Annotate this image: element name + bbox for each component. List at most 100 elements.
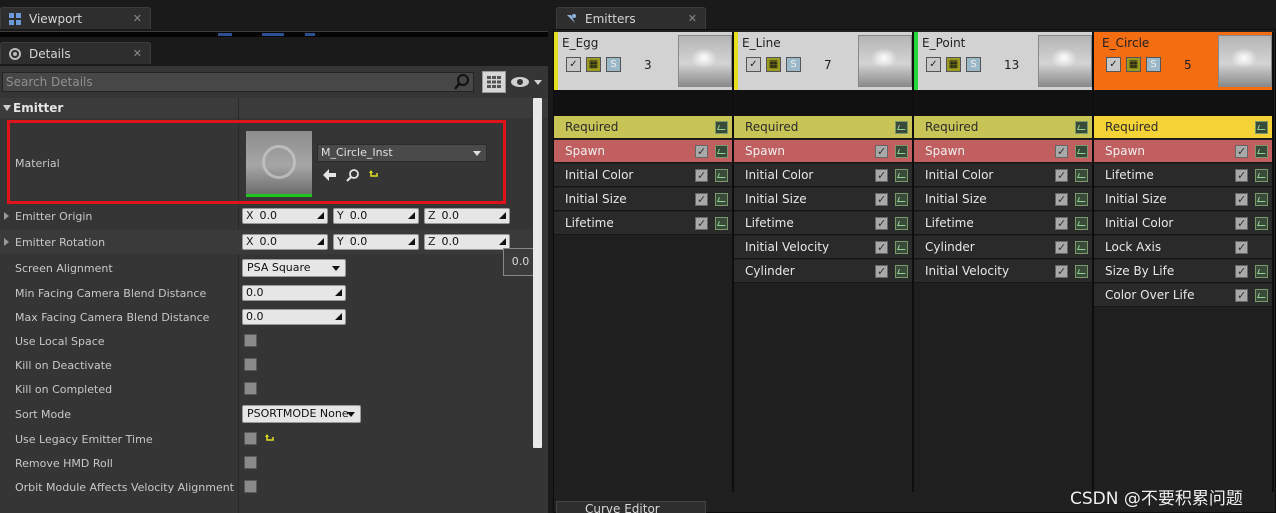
curve-graph-icon[interactable] bbox=[1075, 193, 1088, 206]
curve-graph-icon[interactable] bbox=[715, 193, 728, 206]
curve-graph-icon[interactable] bbox=[715, 169, 728, 182]
render-mode-icon[interactable]: ▦ bbox=[766, 57, 781, 72]
module-enable-checkbox[interactable] bbox=[1235, 189, 1248, 211]
typedata-slot[interactable] bbox=[734, 90, 912, 116]
expand-icon[interactable] bbox=[4, 238, 9, 246]
curve-graph-icon[interactable] bbox=[1255, 265, 1268, 278]
origin-y-field[interactable]: Y 0.0 bbox=[333, 208, 419, 224]
module-enable-checkbox[interactable] bbox=[1235, 141, 1248, 163]
remove-hmd-roll-checkbox[interactable] bbox=[244, 456, 257, 469]
module-enable-checkbox[interactable] bbox=[875, 213, 888, 235]
emitter-column[interactable]: E_Line ✓ ▦ S 7 Required Spawn Initial Color Init… bbox=[734, 32, 914, 492]
module-enable-checkbox[interactable] bbox=[1055, 213, 1068, 235]
emitter-module[interactable]: Lock Axis bbox=[1094, 236, 1272, 259]
module-enable-checkbox[interactable] bbox=[1235, 285, 1248, 307]
emitter-module[interactable]: Initial Size bbox=[734, 188, 912, 211]
curve-graph-icon[interactable] bbox=[1255, 217, 1268, 230]
orbit-module-checkbox[interactable] bbox=[244, 480, 257, 493]
emitter-module[interactable]: Spawn bbox=[914, 140, 1092, 163]
curve-graph-icon[interactable] bbox=[895, 265, 908, 278]
module-enable-checkbox[interactable] bbox=[1055, 237, 1068, 259]
module-enable-checkbox[interactable] bbox=[695, 213, 708, 235]
curve-graph-icon[interactable] bbox=[895, 217, 908, 230]
curve-graph-icon[interactable] bbox=[895, 145, 908, 158]
solo-icon[interactable]: S bbox=[606, 57, 621, 72]
curve-graph-icon[interactable] bbox=[1255, 169, 1268, 182]
solo-icon[interactable]: S bbox=[786, 57, 801, 72]
module-enable-checkbox[interactable] bbox=[1235, 165, 1248, 187]
use-legacy-time-checkbox[interactable] bbox=[244, 432, 257, 445]
emitter-module[interactable]: Required bbox=[914, 116, 1092, 139]
curve-graph-icon[interactable] bbox=[895, 121, 908, 134]
module-enable-checkbox[interactable] bbox=[875, 189, 888, 211]
emitter-module[interactable]: Initial Size bbox=[554, 188, 732, 211]
curve-graph-icon[interactable] bbox=[1075, 241, 1088, 254]
module-enable-checkbox[interactable] bbox=[875, 141, 888, 163]
curve-graph-icon[interactable] bbox=[1075, 217, 1088, 230]
solo-icon[interactable]: S bbox=[1146, 57, 1161, 72]
kill-on-completed-checkbox[interactable] bbox=[244, 382, 257, 395]
render-mode-icon[interactable]: ▦ bbox=[946, 57, 961, 72]
search-input[interactable]: Search Details bbox=[2, 72, 474, 92]
enable-checkbox-icon[interactable]: ✓ bbox=[926, 57, 941, 72]
module-enable-checkbox[interactable] bbox=[695, 189, 708, 211]
module-enable-checkbox[interactable] bbox=[1055, 261, 1068, 283]
tab-emitters[interactable]: Emitters ✕ bbox=[556, 7, 706, 29]
search-icon[interactable] bbox=[454, 74, 470, 90]
rotation-x-field[interactable]: X 0.0 bbox=[242, 234, 328, 250]
sort-mode-dropdown[interactable]: PSORTMODE None bbox=[242, 405, 361, 423]
emitter-module[interactable]: Lifetime bbox=[734, 212, 912, 235]
reset-to-default-icon[interactable] bbox=[265, 434, 275, 444]
screen-alignment-dropdown[interactable]: PSA Square bbox=[242, 259, 346, 277]
module-enable-checkbox[interactable] bbox=[1055, 189, 1068, 211]
emitter-module[interactable]: Lifetime bbox=[554, 212, 732, 235]
emitter-column[interactable]: E_Point ✓ ▦ S 13 Required Spawn Initial Color In… bbox=[914, 32, 1094, 492]
module-enable-checkbox[interactable] bbox=[1055, 165, 1068, 187]
property-matrix-button[interactable] bbox=[482, 71, 506, 93]
emitter-module[interactable]: Size By Life bbox=[1094, 260, 1272, 283]
curve-graph-icon[interactable] bbox=[1075, 145, 1088, 158]
emitter-module[interactable]: Initial Size bbox=[1094, 188, 1272, 211]
category-emitter[interactable]: Emitter bbox=[0, 98, 548, 118]
emitter-module[interactable]: Spawn bbox=[734, 140, 912, 163]
module-enable-checkbox[interactable] bbox=[695, 141, 708, 163]
emitter-module[interactable]: Lifetime bbox=[1094, 164, 1272, 187]
emitter-module[interactable]: Required bbox=[734, 116, 912, 139]
expand-icon[interactable] bbox=[4, 212, 9, 220]
emitter-module[interactable]: Spawn bbox=[1094, 140, 1272, 163]
render-mode-icon[interactable]: ▦ bbox=[1126, 57, 1141, 72]
max-facing-field[interactable]: 0.0 bbox=[242, 309, 346, 325]
curve-graph-icon[interactable] bbox=[1075, 169, 1088, 182]
typedata-slot[interactable] bbox=[1094, 90, 1272, 116]
tab-details[interactable]: Details ✕ bbox=[0, 42, 151, 64]
emitter-header[interactable]: E_Egg ✓ ▦ S 3 bbox=[554, 32, 732, 90]
tab-curve-editor[interactable]: Curve Editor bbox=[556, 501, 706, 513]
origin-x-field[interactable]: X 0.0 bbox=[242, 208, 328, 224]
curve-graph-icon[interactable] bbox=[1255, 145, 1268, 158]
emitter-module[interactable]: Initial Velocity bbox=[914, 260, 1092, 283]
module-enable-checkbox[interactable] bbox=[875, 165, 888, 187]
module-enable-checkbox[interactable] bbox=[1235, 213, 1248, 235]
typedata-slot[interactable] bbox=[914, 90, 1092, 116]
emitter-module[interactable]: Initial Color bbox=[554, 164, 732, 187]
curve-graph-icon[interactable] bbox=[1075, 265, 1088, 278]
render-mode-icon[interactable]: ▦ bbox=[586, 57, 601, 72]
emitter-module[interactable]: Initial Color bbox=[1094, 212, 1272, 235]
kill-on-deactivate-checkbox[interactable] bbox=[244, 358, 257, 371]
curve-graph-icon[interactable] bbox=[895, 241, 908, 254]
curve-graph-icon[interactable] bbox=[1255, 121, 1268, 134]
rotation-z-field[interactable]: Z 0.0 bbox=[424, 234, 510, 250]
curve-graph-icon[interactable] bbox=[1255, 193, 1268, 206]
curve-graph-icon[interactable] bbox=[895, 169, 908, 182]
details-scrollbar[interactable] bbox=[533, 98, 542, 448]
enable-checkbox-icon[interactable]: ✓ bbox=[1106, 57, 1121, 72]
emitter-module[interactable]: Lifetime bbox=[914, 212, 1092, 235]
emitter-module[interactable]: Color Over Life bbox=[1094, 284, 1272, 307]
enable-checkbox-icon[interactable]: ✓ bbox=[746, 57, 761, 72]
emitter-module[interactable]: Initial Velocity bbox=[734, 236, 912, 259]
rotation-y-field[interactable]: Y 0.0 bbox=[333, 234, 419, 250]
min-facing-field[interactable]: 0.0 bbox=[242, 285, 346, 301]
curve-graph-icon[interactable] bbox=[1255, 289, 1268, 302]
solo-icon[interactable]: S bbox=[966, 57, 981, 72]
enable-checkbox-icon[interactable]: ✓ bbox=[566, 57, 581, 72]
